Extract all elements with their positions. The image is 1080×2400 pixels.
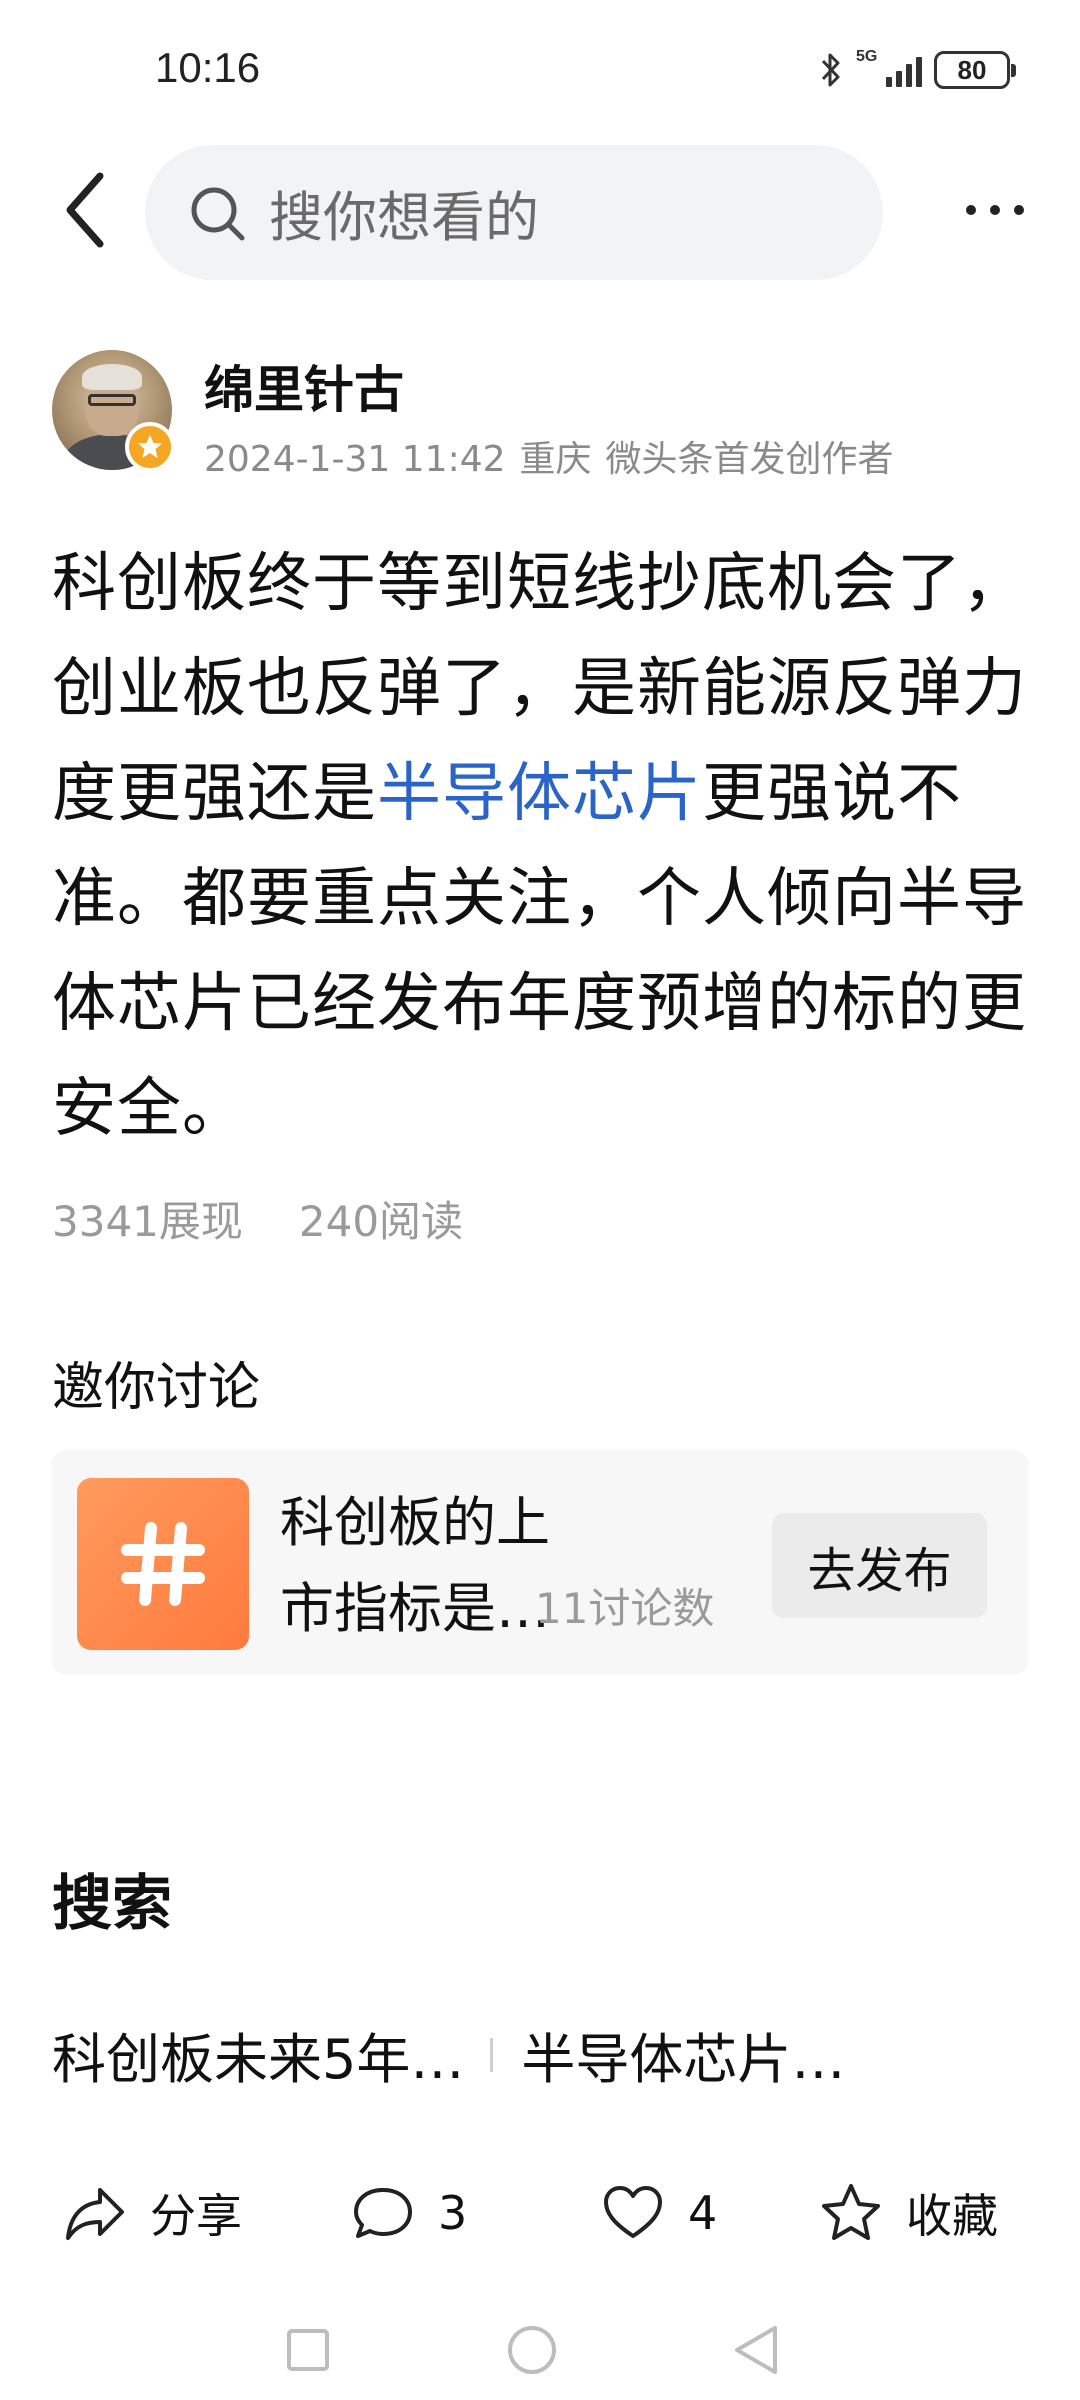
action-bar: 分享 3 4 收藏 <box>0 2160 1080 2260</box>
share-button[interactable]: 分享 <box>62 2180 242 2246</box>
reads-count: 240阅读 <box>298 1197 464 1246</box>
battery-level: 80 <box>957 54 987 85</box>
network-type: 5G <box>856 48 878 65</box>
favorite-label: 收藏 <box>906 2189 998 2243</box>
system-nav-bar <box>0 2300 1080 2400</box>
article-stats: 3341展现 240阅读 <box>52 1188 463 1249</box>
battery-icon: 80 <box>934 51 1016 89</box>
publish-button[interactable]: 去发布 <box>772 1513 987 1618</box>
triangle-back-icon <box>735 2326 777 2374</box>
recent-apps-button[interactable] <box>278 2320 338 2380</box>
favorite-button[interactable]: 收藏 <box>818 2180 998 2246</box>
top-nav: 搜你想看的 <box>0 140 1080 280</box>
comment-button[interactable]: 3 <box>350 2180 467 2246</box>
verified-badge-icon <box>125 422 175 472</box>
more-options-button[interactable] <box>935 185 1055 235</box>
search-icon <box>191 187 245 240</box>
heart-icon <box>604 2186 662 2238</box>
post-date: 2024-1-31 11:42 <box>204 439 506 480</box>
more-dot-icon <box>966 205 976 215</box>
impressions-count: 3341展现 <box>52 1197 243 1246</box>
more-dot-icon <box>1014 205 1024 215</box>
author-header: 绵里针古 2024-1-31 11:42 重庆 微头条首发创作者 <box>52 350 1032 480</box>
home-button[interactable] <box>502 2320 562 2380</box>
like-button[interactable]: 4 <box>600 2180 717 2246</box>
back-nav-button[interactable] <box>726 2320 786 2380</box>
bluetooth-icon <box>821 53 840 87</box>
author-name[interactable]: 绵里针古 <box>204 350 404 422</box>
more-dot-icon <box>990 205 1000 215</box>
status-bar: 10:16 5G 80 <box>0 0 1080 130</box>
signal-icon: 5G <box>856 49 922 87</box>
divider <box>490 2037 494 2072</box>
discussion-card[interactable]: 科创板的上市指标是… 11讨论数 去发布 <box>52 1450 1028 1675</box>
search-suggestion[interactable]: 半导体芯片… <box>521 2015 845 2094</box>
status-time: 10:16 <box>155 44 261 91</box>
hashtag-icon <box>77 1478 249 1650</box>
search-section-title: 搜索 <box>52 1869 172 1939</box>
star-icon <box>822 2184 880 2240</box>
search-placeholder: 搜你想看的 <box>269 186 539 249</box>
author-meta: 2024-1-31 11:42 重庆 微头条首发创作者 <box>204 430 908 482</box>
square-icon <box>287 2329 329 2371</box>
post-location: 重庆 <box>519 439 592 480</box>
share-icon <box>66 2188 124 2240</box>
comment-icon <box>354 2188 412 2238</box>
search-suggestions: 科创板未来5年… 半导体芯片… <box>52 2015 1032 2094</box>
hash-symbol-icon <box>121 1522 205 1606</box>
status-icons: 5G 80 <box>818 49 1016 90</box>
share-label: 分享 <box>150 2189 242 2243</box>
like-count: 4 <box>688 2186 718 2240</box>
badge-star-icon <box>138 435 162 458</box>
back-button[interactable] <box>50 170 120 250</box>
search-suggestion[interactable]: 科创板未来5年… <box>52 2015 464 2094</box>
discussion-title: 邀你讨论 <box>52 1358 261 1418</box>
comment-count: 3 <box>438 2186 468 2240</box>
discussion-count: 11讨论数 <box>535 1584 715 1633</box>
search-input[interactable]: 搜你想看的 <box>145 145 883 280</box>
circle-icon <box>508 2326 556 2374</box>
author-tag: 微头条首发创作者 <box>605 439 894 480</box>
topic-link[interactable]: 半导体芯片 <box>377 757 702 831</box>
article-body: 科创板终于等到短线抄底机会了，创业板也反弹了，是新能源反弹力度更强还是半导体芯片… <box>52 532 1032 1162</box>
back-arrow-icon <box>66 172 104 248</box>
